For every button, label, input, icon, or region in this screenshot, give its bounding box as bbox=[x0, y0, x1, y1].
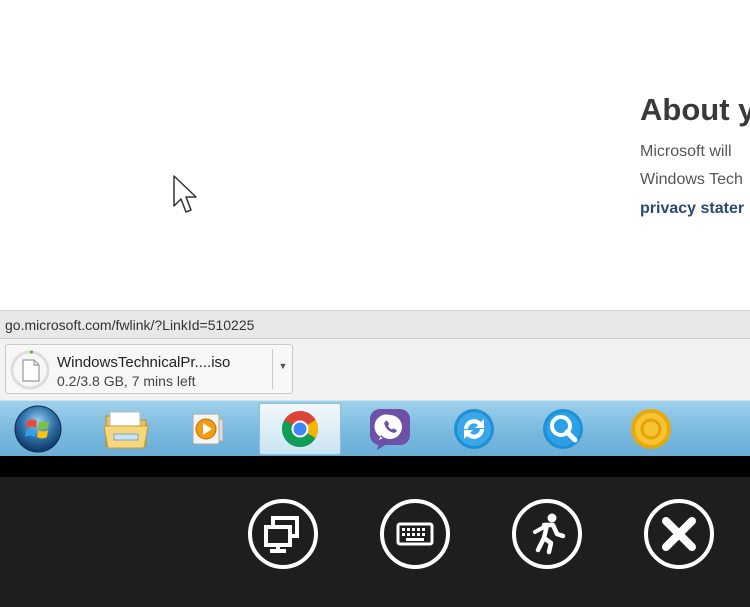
divider bbox=[272, 349, 273, 389]
sync-icon bbox=[454, 409, 494, 449]
close-session-button[interactable] bbox=[643, 498, 715, 570]
keyboard-button[interactable] bbox=[379, 498, 451, 570]
switch-monitor-icon bbox=[248, 499, 318, 569]
page-text-line: Windows Tech bbox=[640, 171, 743, 188]
file-explorer-icon bbox=[103, 411, 149, 449]
download-item[interactable]: WindowsTechnicalPr....iso 0.2/3.8 GB, 7 … bbox=[5, 344, 293, 394]
taskbar-search-app[interactable] bbox=[522, 403, 604, 455]
taskbar-file-explorer[interactable] bbox=[85, 403, 167, 455]
windows-taskbar bbox=[0, 400, 750, 456]
windows-start-icon bbox=[14, 405, 61, 453]
taskbar-media-player[interactable] bbox=[167, 403, 249, 455]
caret-down-icon: ▼ bbox=[278, 361, 288, 371]
download-progress-text: 0.2/3.8 GB, 7 mins left bbox=[57, 373, 196, 389]
taskbar-yellow-app[interactable] bbox=[610, 403, 692, 455]
privacy-statement-link[interactable]: privacy stater bbox=[640, 200, 744, 218]
chrome-icon bbox=[282, 411, 319, 448]
mouse-cursor-icon bbox=[173, 175, 197, 213]
switch-monitor-button[interactable] bbox=[247, 498, 319, 570]
taskbar-sync-app[interactable] bbox=[433, 403, 515, 455]
download-progress-icon bbox=[10, 350, 50, 390]
search-app-icon bbox=[543, 409, 583, 449]
media-player-icon bbox=[192, 413, 224, 445]
separator-band bbox=[0, 456, 750, 477]
exit-run-icon bbox=[512, 499, 582, 569]
status-url-bar: go.microsoft.com/fwlink/?LinkId=510225 bbox=[0, 310, 750, 339]
keyboard-icon bbox=[380, 499, 450, 569]
yellow-app-icon bbox=[631, 409, 671, 449]
download-filename: WindowsTechnicalPr....iso bbox=[57, 354, 231, 371]
page-text-line: Microsoft will bbox=[640, 143, 732, 160]
status-url-text: go.microsoft.com/fwlink/?LinkId=510225 bbox=[5, 317, 255, 333]
download-shelf: WindowsTechnicalPr....iso 0.2/3.8 GB, 7 … bbox=[0, 338, 750, 401]
web-page-content: About y Microsoft will Windows Tech priv… bbox=[0, 0, 750, 310]
taskbar-viber[interactable] bbox=[349, 403, 431, 455]
viber-icon bbox=[370, 409, 410, 450]
start-button[interactable] bbox=[0, 403, 75, 455]
download-menu-button[interactable]: ▼ bbox=[274, 351, 292, 389]
exit-session-button[interactable] bbox=[511, 498, 583, 570]
close-icon bbox=[644, 499, 714, 569]
page-heading: About y bbox=[640, 92, 750, 127]
remote-control-bar bbox=[0, 477, 750, 607]
taskbar-chrome[interactable] bbox=[259, 403, 341, 455]
